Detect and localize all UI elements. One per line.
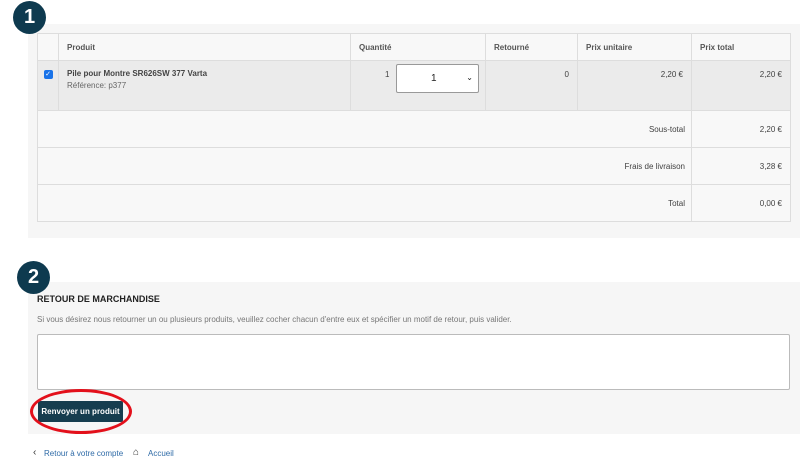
total-price: 2,20 € (691, 60, 791, 111)
home-link[interactable]: Accueil (148, 449, 174, 458)
table-row: ✓ Pile pour Montre SR626SW 377 Varta Réf… (37, 60, 791, 111)
step-badge-2: 2 (17, 261, 50, 294)
total-value: 0,00 € (691, 184, 791, 222)
return-quantity-value: 1 (431, 73, 437, 84)
returned-count: 0 (485, 60, 578, 111)
header-prix-total: Prix total (691, 33, 791, 61)
quantity-cell: 1 1 ⌄ (350, 60, 486, 111)
return-reason-textarea[interactable] (37, 334, 790, 390)
product-name: Pile pour Montre SR626SW 377 Varta (67, 69, 208, 78)
product-checkbox[interactable]: ✓ (43, 70, 53, 79)
shipping-label: Frais de livraison (37, 147, 692, 185)
back-to-account-link[interactable]: Retour à votre compte (44, 449, 123, 458)
product-cell: Pile pour Montre SR626SW 377 Varta Référ… (58, 60, 351, 111)
highlight-oval (30, 389, 132, 434)
header-quantite: Quantité (350, 33, 486, 61)
subtotal-row: Sous-total 2,20 € (37, 110, 791, 148)
select-cell: ✓ (37, 60, 59, 111)
return-description: Si vous désirez nous retourner un ou plu… (37, 315, 512, 324)
total-row: Total 0,00 € (37, 184, 791, 222)
chevron-left-icon: ‹ (33, 447, 37, 458)
order-items-table: Produit Quantité Retourné Prix unitaire … (37, 33, 791, 222)
subtotal-label: Sous-total (37, 110, 692, 148)
home-icon: ⌂ (133, 447, 140, 458)
chevron-down-icon: ⌄ (466, 73, 473, 82)
header-prix-unitaire: Prix unitaire (577, 33, 692, 61)
product-reference: Référence: p377 (67, 81, 127, 90)
total-label: Total (37, 184, 692, 222)
unit-price: 2,20 € (577, 60, 692, 111)
return-title: RETOUR DE MARCHANDISE (37, 294, 160, 304)
shipping-row: Frais de livraison 3,28 € (37, 147, 791, 185)
header-produit: Produit (58, 33, 351, 61)
ordered-quantity: 1 (385, 70, 390, 79)
shipping-value: 3,28 € (691, 147, 791, 185)
header-retourne: Retourné (485, 33, 578, 61)
step-badge-1: 1 (13, 1, 46, 34)
header-select (37, 33, 59, 61)
table-header-row: Produit Quantité Retourné Prix unitaire … (37, 33, 791, 61)
subtotal-value: 2,20 € (691, 110, 791, 148)
return-quantity-select[interactable]: 1 ⌄ (396, 64, 479, 93)
